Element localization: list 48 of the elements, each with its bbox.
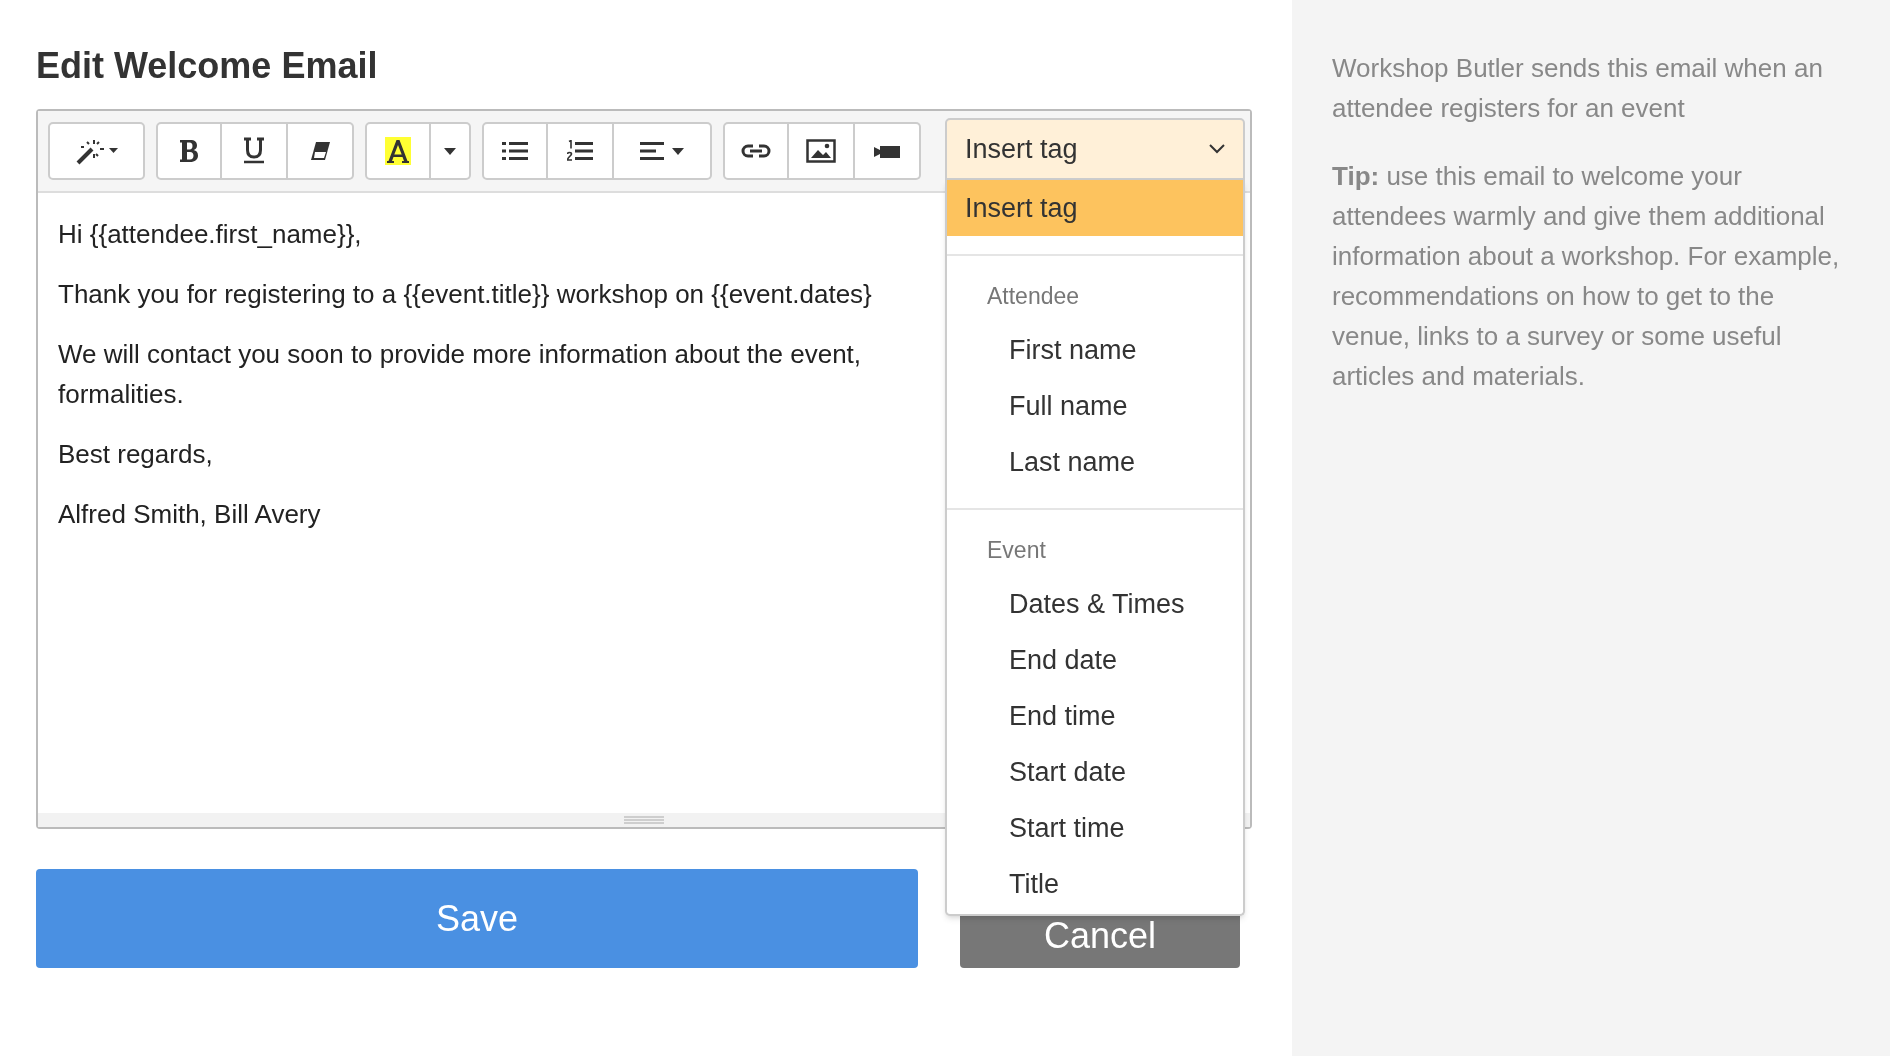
highlighted-letter-icon — [385, 137, 411, 165]
dropdown-option[interactable]: First name — [947, 322, 1243, 378]
eraser-button[interactable] — [288, 122, 354, 180]
editor-text-line: Alfred Smith, Bill Avery — [58, 498, 321, 531]
dropdown-option[interactable]: Title — [947, 856, 1243, 912]
tip-text: Tip: use this email to welcome your attendees warmly and give them additional information about a workshop. For example, recommendations on how to get to the venue, links to a survey or some useful articles and materials. — [1332, 160, 1841, 393]
link-button[interactable] — [723, 122, 789, 180]
align-dropdown-button[interactable] — [614, 122, 712, 180]
link-icon — [741, 143, 771, 159]
numbered-list-button[interactable] — [548, 122, 614, 180]
video-button[interactable] — [855, 122, 921, 180]
group-header: Event — [987, 535, 1046, 565]
page-title: Edit Welcome Email — [36, 44, 378, 88]
dropdown-option[interactable]: Full name — [947, 378, 1243, 434]
image-icon — [806, 139, 836, 163]
dropdown-option[interactable]: Last name — [947, 434, 1243, 490]
editor-text-line: Best regards, — [58, 438, 213, 471]
numbered-list-icon — [567, 140, 593, 162]
color-caret-button[interactable] — [431, 122, 471, 180]
align-left-icon — [640, 142, 664, 160]
bold-icon — [178, 138, 200, 164]
grip-icon — [624, 816, 664, 824]
caret-icon — [672, 147, 684, 155]
dropdown-option[interactable]: End time — [947, 688, 1243, 744]
insert-tag-select[interactable]: Insert tag — [945, 118, 1245, 180]
eraser-icon — [309, 141, 331, 161]
editor-text-line: We will contact you soon to provide more information about the event, — [58, 338, 862, 371]
dropdown-option[interactable]: Start date — [947, 744, 1243, 800]
caret-icon — [444, 147, 456, 155]
editor-text-line: Hi {{attendee.first_name}}, — [58, 218, 362, 251]
image-button[interactable] — [789, 122, 855, 180]
dropdown-option[interactable]: Start time — [947, 800, 1243, 856]
chevron-down-icon — [1209, 144, 1225, 154]
dropdown-option[interactable]: Insert tag — [947, 180, 1243, 236]
underline-button[interactable] — [222, 122, 288, 180]
underline-icon — [242, 137, 266, 165]
editor-text-line: formalities. — [58, 378, 184, 411]
editor-text-line: Thank you for registering to a {{event.title}} workshop on {{event.dates} — [58, 278, 872, 311]
style-dropdown-button[interactable] — [48, 122, 145, 180]
dropdown-option[interactable]: End date — [947, 632, 1243, 688]
dropdown-option[interactable]: Dates & Times — [947, 576, 1243, 632]
group-header: Attendee — [987, 281, 1080, 311]
bullet-list-button[interactable] — [482, 122, 548, 180]
bullet-list-icon — [502, 141, 528, 161]
video-camera-icon — [874, 143, 900, 159]
description-text: Workshop Butler sends this email when an attendee registers for an event — [1332, 52, 1824, 125]
bold-button[interactable] — [156, 122, 222, 180]
text-color-button[interactable] — [365, 122, 431, 180]
